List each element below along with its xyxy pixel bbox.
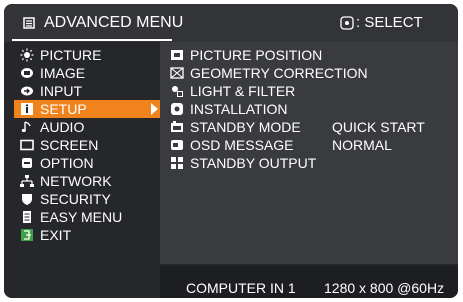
submenu-item-standby-output[interactable]: STANDBY OUTPUT	[170, 154, 316, 172]
screen-icon	[20, 138, 34, 152]
main-menu-list: PICTURE IMAGE INPUT SETUP AUDIO SCREEN O…	[14, 46, 162, 244]
exit-icon	[20, 228, 34, 242]
sidebar-item-label: NETWORK	[40, 173, 112, 189]
sidebar-item-label: PICTURE	[40, 47, 102, 63]
input-source-label: COMPUTER IN 1	[186, 280, 296, 296]
sidebar-item-label: SETUP	[40, 101, 87, 117]
standby-mode-icon	[170, 120, 184, 134]
select-hint-label: : SELECT	[356, 14, 423, 31]
setup-icon	[20, 102, 34, 116]
sidebar-item-input[interactable]: INPUT	[14, 82, 162, 100]
sidebar-item-label: EASY MENU	[40, 209, 123, 225]
select-pad-icon	[340, 15, 354, 30]
sidebar-item-label: SCREEN	[40, 137, 99, 153]
sidebar-item-network[interactable]: NETWORK	[14, 172, 162, 190]
standby-output-icon	[170, 156, 184, 170]
advanced-menu-window: ADVANCED MENU : SELECT PICTURE IMAGE INP…	[4, 4, 458, 298]
sidebar-item-label: SECURITY	[40, 191, 111, 207]
submenu-item-geometry-correction[interactable]: GEOMETRY CORRECTION	[170, 64, 368, 82]
submenu-item-label: STANDBY OUTPUT	[190, 155, 317, 171]
submenu-item-label: PICTURE POSITION	[190, 47, 323, 63]
osd-message-icon	[170, 138, 184, 152]
sidebar-item-label: INPUT	[40, 83, 82, 99]
sidebar-item-easy-menu[interactable]: EASY MENU	[14, 208, 162, 226]
sidebar-item-security[interactable]: SECURITY	[14, 190, 162, 208]
submenu-item-standby-mode[interactable]: STANDBY MODE	[170, 118, 301, 136]
sidebar-item-label: IMAGE	[40, 65, 86, 81]
menu-icon	[22, 16, 36, 30]
sidebar-item-screen[interactable]: SCREEN	[14, 136, 162, 154]
submenu-item-picture-position[interactable]: PICTURE POSITION	[170, 46, 322, 64]
footer-left-area	[4, 266, 160, 298]
submenu-item-light-filter[interactable]: LIGHT & FILTER	[170, 82, 295, 100]
easy-menu-icon	[20, 210, 34, 224]
submenu-item-label: GEOMETRY CORRECTION	[190, 65, 368, 81]
sidebar-item-option[interactable]: OPTION	[14, 154, 162, 172]
sidebar-item-label: OPTION	[40, 155, 94, 171]
chevron-right-icon	[151, 103, 158, 115]
submenu-item-label: LIGHT & FILTER	[190, 83, 296, 99]
note-icon	[20, 120, 34, 134]
submenu-item-osd-message[interactable]: OSD MESSAGE	[170, 136, 293, 154]
image-icon	[20, 66, 34, 80]
submenu-item-installation[interactable]: INSTALLATION	[170, 100, 288, 118]
select-hint: : SELECT	[340, 14, 423, 31]
network-icon	[20, 174, 34, 188]
submenu-item-label: OSD MESSAGE	[190, 137, 294, 153]
sidebar-item-image[interactable]: IMAGE	[14, 64, 162, 82]
submenu-item-label: INSTALLATION	[190, 101, 288, 117]
input-icon	[20, 84, 34, 98]
title-underline	[12, 39, 172, 41]
status-bar: COMPUTER IN 1 1280 x 800 @60Hz	[160, 266, 458, 298]
sidebar-item-picture[interactable]: PICTURE	[14, 46, 162, 64]
setup-submenu-panel: PICTURE POSITION GEOMETRY CORRECTION LIG…	[160, 42, 458, 264]
signal-resolution-label: 1280 x 800 @60Hz	[324, 280, 445, 296]
light-filter-icon	[170, 84, 184, 98]
sidebar-item-label: AUDIO	[40, 119, 85, 135]
installation-icon	[170, 102, 184, 116]
sidebar-item-setup[interactable]: SETUP	[14, 100, 162, 118]
geometry-icon	[170, 66, 184, 80]
menu-title-group: ADVANCED MENU	[22, 14, 183, 32]
submenu-item-label: STANDBY MODE	[190, 119, 301, 135]
sidebar-item-label: EXIT	[40, 227, 72, 243]
picture-position-icon	[170, 48, 184, 62]
menu-header: ADVANCED MENU : SELECT	[4, 4, 458, 42]
option-icon	[20, 156, 34, 170]
sidebar-item-audio[interactable]: AUDIO	[14, 118, 162, 136]
sidebar-item-exit[interactable]: EXIT	[14, 226, 162, 244]
osd-message-value: NORMAL	[332, 137, 392, 153]
sun-icon	[20, 48, 34, 62]
standby-mode-value: QUICK START	[332, 119, 425, 135]
shield-icon	[20, 192, 34, 206]
menu-title: ADVANCED MENU	[44, 14, 184, 31]
